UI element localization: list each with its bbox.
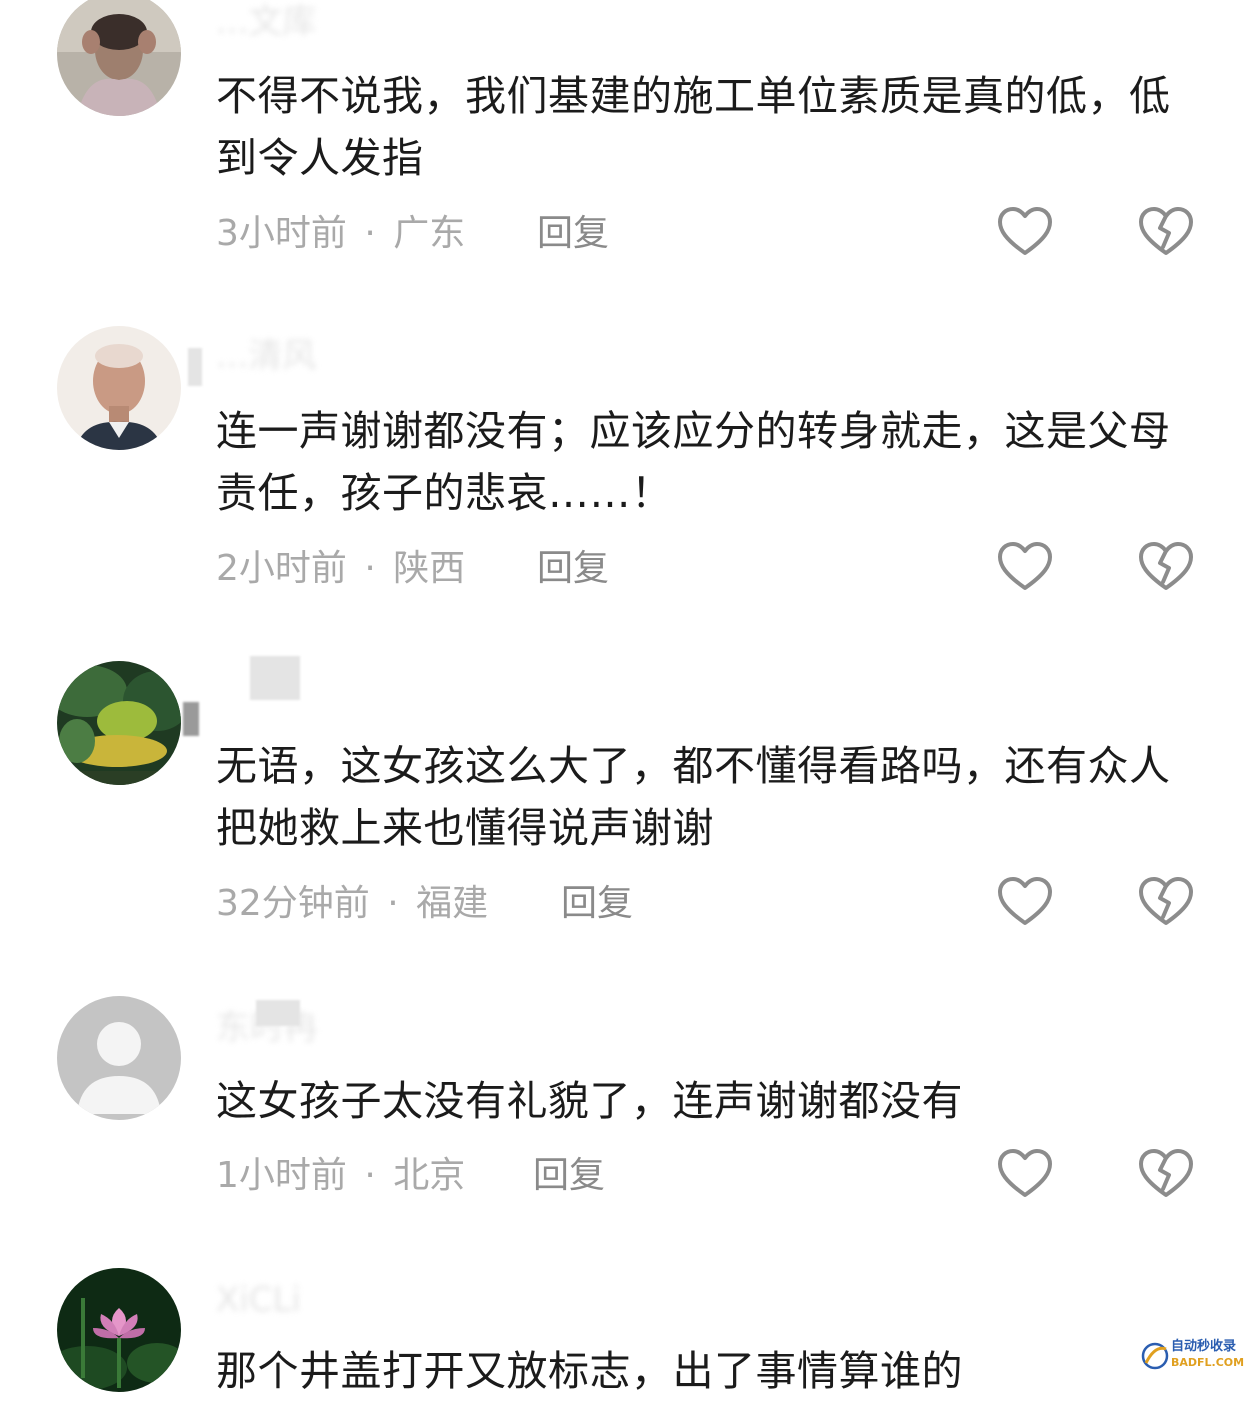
comment-time: 1小时前 (216, 1155, 347, 1196)
broken-heart-icon[interactable] (1136, 1145, 1196, 1205)
user-avatar[interactable] (57, 0, 181, 116)
comment-text: 那个井盖打开又放标志，出了事情算谁的 (216, 1347, 963, 1395)
comment-location: 北京 (393, 1155, 466, 1196)
heart-outline-icon[interactable] (995, 538, 1055, 598)
comment-location: 福建 (416, 883, 489, 924)
comment-text: 连一声谢谢都没有；应该应分的转身就走，这是父母责任，孩子的悲哀……！ (216, 407, 1171, 517)
username[interactable]: 东时冉 (216, 1008, 416, 1048)
comment-meta: 3小时前 · 广东 (216, 209, 465, 259)
comment-location: 广东 (393, 213, 466, 254)
reply-button[interactable]: 回复 (537, 544, 609, 594)
heart-outline-icon[interactable] (995, 873, 1055, 933)
comment-location: 陕西 (393, 548, 466, 589)
comment-meta: 1小时前 · 北京 (216, 1151, 465, 1201)
comment-meta: 32分钟前 · 福建 (216, 879, 488, 929)
username[interactable]: ...清风 (216, 336, 416, 376)
reply-button[interactable]: 回复 (537, 209, 609, 259)
username[interactable]: ...文库 (216, 2, 416, 42)
username-blur (250, 656, 300, 700)
meta-separator: · (364, 548, 376, 589)
avatar-blur (183, 702, 199, 736)
watermark-line1: 自动秒收录 (1171, 1339, 1237, 1354)
comment-text: 不得不说我，我们基建的施工单位素质是真的低，低到令人发指 (216, 72, 1171, 182)
heart-outline-icon[interactable] (995, 1145, 1055, 1205)
broken-heart-icon[interactable] (1136, 538, 1196, 598)
user-avatar[interactable] (57, 326, 181, 450)
heart-outline-icon[interactable] (995, 203, 1055, 263)
comment-meta: 2小时前 · 陕西 (216, 544, 465, 594)
meta-separator: · (364, 1155, 376, 1196)
meta-separator: · (387, 883, 399, 924)
comment-text: 这女孩子太没有礼貌了，连声谢谢都没有 (216, 1077, 963, 1125)
username[interactable]: XiCLi (216, 1280, 416, 1320)
user-avatar[interactable] (57, 1268, 181, 1392)
comment-text: 无语，这女孩这么大了，都不懂得看路吗，还有众人把她救上来也懂得说声谢谢 (216, 742, 1171, 852)
watermark-logo-icon (1140, 1341, 1170, 1371)
username-blur (188, 348, 202, 386)
watermark-line2: BADFL.COM (1171, 1356, 1245, 1369)
username-blur (256, 1000, 300, 1026)
default-avatar-icon[interactable] (57, 996, 181, 1120)
user-avatar[interactable] (57, 661, 181, 785)
comment-time: 32分钟前 (216, 883, 370, 924)
site-watermark: 自动秒收录 BADFL.COM (1140, 1338, 1258, 1374)
broken-heart-icon[interactable] (1136, 203, 1196, 263)
reply-button[interactable]: 回复 (533, 1151, 605, 1201)
comment-time: 3小时前 (216, 213, 347, 254)
meta-separator: · (364, 213, 376, 254)
reply-button[interactable]: 回复 (561, 879, 633, 929)
broken-heart-icon[interactable] (1136, 873, 1196, 933)
comment-time: 2小时前 (216, 548, 347, 589)
